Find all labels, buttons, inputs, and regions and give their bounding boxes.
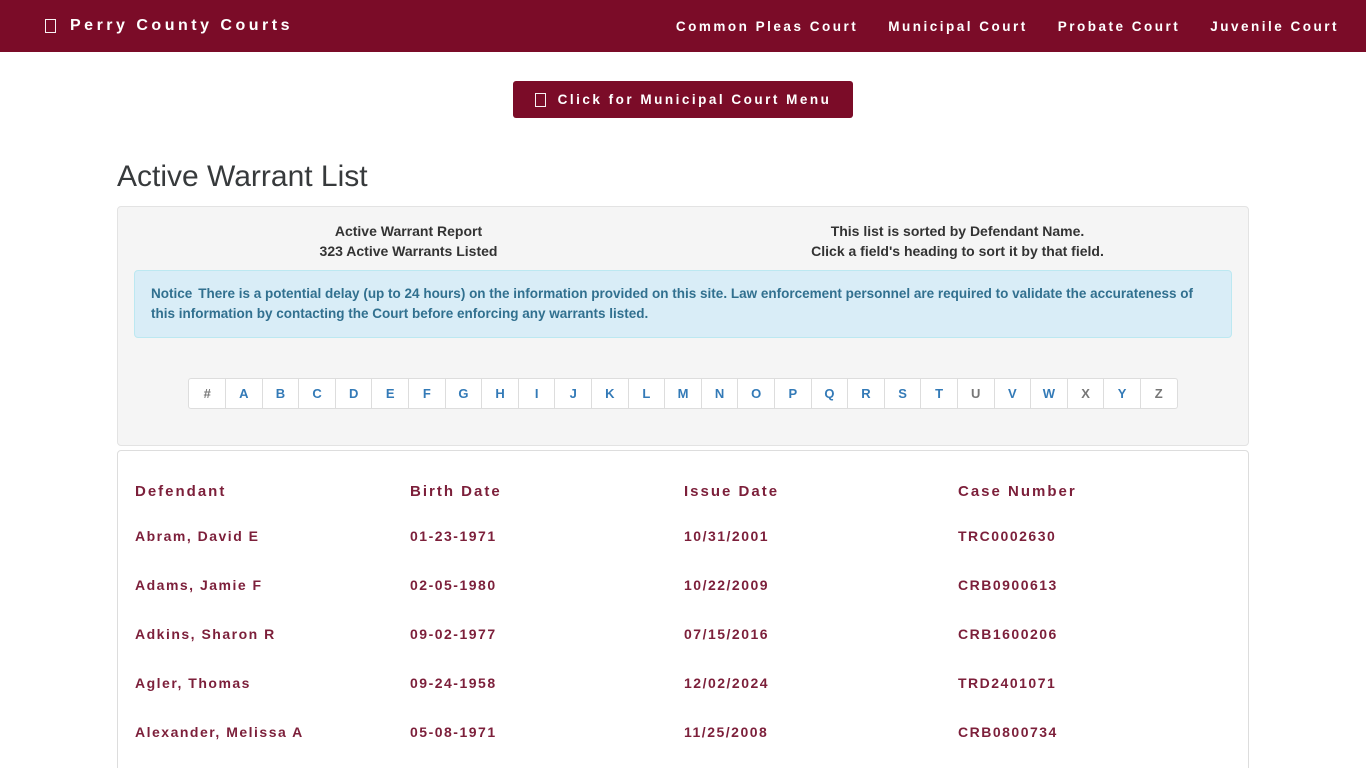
cell-birth-date: 09-02-1977 bbox=[393, 610, 667, 659]
sort-line2: Click a field's heading to sort it by th… bbox=[683, 241, 1232, 261]
warrant-table-body: Abram, David E 01-23-1971 10/31/2001 TRC… bbox=[118, 512, 1248, 757]
pager-letter-O[interactable]: O bbox=[737, 378, 775, 409]
pager-letter-L[interactable]: L bbox=[628, 378, 666, 409]
pager-letter-B[interactable]: B bbox=[262, 378, 300, 409]
table-row: Alexander, Melissa A 05-08-1971 11/25/20… bbox=[118, 708, 1248, 757]
report-summary: Active Warrant Report 323 Active Warrant… bbox=[134, 221, 683, 261]
pager-letter-G[interactable]: G bbox=[445, 378, 483, 409]
pager-letter-number: # bbox=[188, 378, 226, 409]
column-header-birth-date[interactable]: Birth Date bbox=[393, 461, 667, 512]
report-title: Active Warrant Report bbox=[134, 221, 683, 241]
menu-button-row: Click for Municipal Court Menu bbox=[0, 81, 1366, 118]
cell-defendant: Agler, Thomas bbox=[118, 659, 393, 708]
pager-letter-V[interactable]: V bbox=[994, 378, 1032, 409]
main-container: Active Warrant List Active Warrant Repor… bbox=[117, 160, 1249, 768]
cell-issue-date: 10/22/2009 bbox=[667, 561, 941, 610]
menu-button-label: Click for Municipal Court Menu bbox=[558, 92, 832, 107]
notice-alert: NoticeThere is a potential delay (up to … bbox=[134, 270, 1232, 338]
table-row: Abram, David E 01-23-1971 10/31/2001 TRC… bbox=[118, 512, 1248, 561]
nav-item-juvenile-court[interactable]: Juvenile Court bbox=[1210, 19, 1339, 34]
nav-item-probate-court[interactable]: Probate Court bbox=[1058, 19, 1181, 34]
cell-birth-date: 05-08-1971 bbox=[393, 708, 667, 757]
report-panel-head: Active Warrant Report 323 Active Warrant… bbox=[134, 221, 1232, 261]
pager-letter-P[interactable]: P bbox=[774, 378, 812, 409]
pager-letter-J[interactable]: J bbox=[554, 378, 592, 409]
pager-letter-Y[interactable]: Y bbox=[1103, 378, 1141, 409]
pager-letter-I[interactable]: I bbox=[518, 378, 556, 409]
alphabet-pager: #ABCDEFGHIJKLMNOPQRSTUVWXYZ bbox=[188, 378, 1177, 409]
cell-issue-date: 11/25/2008 bbox=[667, 708, 941, 757]
pager-letter-U: U bbox=[957, 378, 995, 409]
brand-label: Perry County Courts bbox=[70, 17, 293, 35]
pager-letter-D[interactable]: D bbox=[335, 378, 373, 409]
municipal-court-menu-button[interactable]: Click for Municipal Court Menu bbox=[513, 81, 854, 118]
table-row: Adams, Jamie F 02-05-1980 10/22/2009 CRB… bbox=[118, 561, 1248, 610]
brand[interactable]: Perry County Courts bbox=[45, 17, 293, 35]
pager-letter-R[interactable]: R bbox=[847, 378, 885, 409]
pager-letter-C[interactable]: C bbox=[298, 378, 336, 409]
nav-links: Common Pleas Court Municipal Court Proba… bbox=[676, 19, 1339, 34]
warrant-table-card: DefendantBirth DateIssue DateCase Number… bbox=[117, 450, 1249, 768]
cell-birth-date: 09-24-1958 bbox=[393, 659, 667, 708]
warrant-table: DefendantBirth DateIssue DateCase Number… bbox=[118, 461, 1248, 757]
alphabet-pager-wrap: #ABCDEFGHIJKLMNOPQRSTUVWXYZ bbox=[134, 378, 1232, 409]
sort-instructions: This list is sorted by Defendant Name. C… bbox=[683, 221, 1232, 261]
brand-glyph-icon bbox=[45, 19, 56, 33]
pager-letter-M[interactable]: M bbox=[664, 378, 702, 409]
cell-defendant: Alexander, Melissa A bbox=[118, 708, 393, 757]
table-row: Adkins, Sharon R 09-02-1977 07/15/2016 C… bbox=[118, 610, 1248, 659]
cell-defendant: Abram, David E bbox=[118, 512, 393, 561]
sort-line1: This list is sorted by Defendant Name. bbox=[683, 221, 1232, 241]
cell-case-number: TRC0002630 bbox=[941, 512, 1248, 561]
cell-defendant: Adkins, Sharon R bbox=[118, 610, 393, 659]
notice-label: Notice bbox=[151, 286, 192, 301]
cell-case-number: TRD2401071 bbox=[941, 659, 1248, 708]
pager-letter-S[interactable]: S bbox=[884, 378, 922, 409]
notice-text: There is a potential delay (up to 24 hou… bbox=[151, 286, 1193, 321]
column-header-issue-date[interactable]: Issue Date bbox=[667, 461, 941, 512]
cell-case-number: CRB0900613 bbox=[941, 561, 1248, 610]
column-header-defendant[interactable]: Defendant bbox=[118, 461, 393, 512]
cell-issue-date: 10/31/2001 bbox=[667, 512, 941, 561]
cell-defendant: Adams, Jamie F bbox=[118, 561, 393, 610]
pager-letter-H[interactable]: H bbox=[481, 378, 519, 409]
menu-glyph-icon bbox=[535, 93, 546, 107]
nav-item-municipal-court[interactable]: Municipal Court bbox=[888, 19, 1028, 34]
pager-letter-N[interactable]: N bbox=[701, 378, 739, 409]
cell-issue-date: 07/15/2016 bbox=[667, 610, 941, 659]
cell-case-number: CRB1600206 bbox=[941, 610, 1248, 659]
nav-item-common-pleas-court[interactable]: Common Pleas Court bbox=[676, 19, 858, 34]
report-count: 323 Active Warrants Listed bbox=[134, 241, 683, 261]
report-panel: Active Warrant Report 323 Active Warrant… bbox=[117, 206, 1249, 446]
cell-birth-date: 02-05-1980 bbox=[393, 561, 667, 610]
page-title: Active Warrant List bbox=[117, 160, 1249, 194]
table-row: Agler, Thomas 09-24-1958 12/02/2024 TRD2… bbox=[118, 659, 1248, 708]
pager-letter-A[interactable]: A bbox=[225, 378, 263, 409]
pager-letter-K[interactable]: K bbox=[591, 378, 629, 409]
cell-case-number: CRB0800734 bbox=[941, 708, 1248, 757]
top-navbar: Perry County Courts Common Pleas Court M… bbox=[0, 0, 1366, 52]
column-header-case-number[interactable]: Case Number bbox=[941, 461, 1248, 512]
warrant-table-header-row: DefendantBirth DateIssue DateCase Number bbox=[118, 461, 1248, 512]
cell-issue-date: 12/02/2024 bbox=[667, 659, 941, 708]
pager-letter-T[interactable]: T bbox=[920, 378, 958, 409]
pager-letter-W[interactable]: W bbox=[1030, 378, 1068, 409]
cell-birth-date: 01-23-1971 bbox=[393, 512, 667, 561]
pager-letter-F[interactable]: F bbox=[408, 378, 446, 409]
pager-letter-E[interactable]: E bbox=[371, 378, 409, 409]
pager-letter-Q[interactable]: Q bbox=[811, 378, 849, 409]
pager-letter-X: X bbox=[1067, 378, 1105, 409]
pager-letter-Z: Z bbox=[1140, 378, 1178, 409]
